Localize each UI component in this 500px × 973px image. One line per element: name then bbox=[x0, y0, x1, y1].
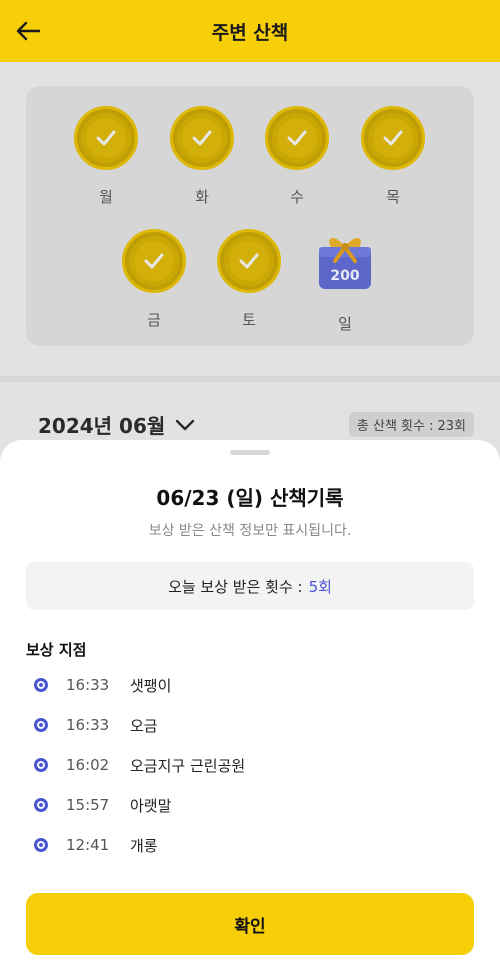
check-badge bbox=[217, 229, 281, 293]
today-reward-count: 오늘 보상 받은 횟수 : 5회 bbox=[26, 562, 474, 610]
today-count-value: 5회 bbox=[308, 577, 332, 596]
check-badge bbox=[170, 106, 234, 170]
arrow-left-icon bbox=[16, 21, 41, 41]
point-time: 16:02 bbox=[66, 756, 110, 774]
back-button[interactable] bbox=[12, 15, 44, 47]
month-label: 2024년 06월 bbox=[38, 414, 166, 438]
day-monday: 월 bbox=[69, 106, 143, 207]
list-item: 12:41 개롱 bbox=[34, 825, 474, 865]
check-badge bbox=[265, 106, 329, 170]
bullet-dot-icon bbox=[34, 758, 48, 772]
point-time: 15:57 bbox=[66, 796, 110, 814]
point-place: 샛팽이 bbox=[130, 676, 172, 695]
list-item: 15:57 아랫말 bbox=[34, 785, 474, 825]
point-place: 개롱 bbox=[130, 836, 158, 855]
walk-record-sheet: 06/23 (일) 산책기록 보상 받은 산책 정보만 표시됩니다. 오늘 보상… bbox=[0, 440, 500, 973]
app-header: 주변 산책 bbox=[0, 0, 500, 62]
day-label: 일 bbox=[338, 315, 352, 333]
bullet-dot-icon bbox=[34, 838, 48, 852]
total-walks-value: 23회 bbox=[437, 419, 466, 434]
day-label: 월 bbox=[99, 188, 113, 206]
check-icon bbox=[96, 130, 116, 146]
point-time: 16:33 bbox=[66, 676, 110, 694]
point-place: 오금지구 근린공원 bbox=[130, 756, 246, 775]
gift-box-icon: 200 bbox=[319, 237, 371, 289]
bullet-dot-icon bbox=[34, 678, 48, 692]
today-count-label: 오늘 보상 받은 횟수 : bbox=[168, 577, 303, 596]
total-walks-label: 총 산책 횟수 : bbox=[356, 419, 434, 434]
check-icon bbox=[192, 130, 212, 146]
day-thursday: 목 bbox=[356, 106, 430, 207]
check-icon bbox=[287, 130, 307, 146]
day-tuesday: 화 bbox=[165, 106, 239, 207]
reward-points-list: 16:33 샛팽이 16:33 오금 16:02 오금지구 근린공원 15:57… bbox=[34, 665, 474, 865]
day-label: 금 bbox=[147, 311, 161, 329]
total-walks-badge: 총 산책 횟수 : 23회 bbox=[348, 412, 474, 437]
list-item: 16:33 오금 bbox=[34, 705, 474, 745]
bullet-dot-icon bbox=[34, 798, 48, 812]
sheet-subtitle: 보상 받은 산책 정보만 표시됩니다. bbox=[148, 523, 352, 539]
day-label: 목 bbox=[386, 188, 400, 206]
day-friday: 금 bbox=[117, 229, 191, 330]
point-time: 16:33 bbox=[66, 716, 110, 734]
sheet-title: 06/23 (일) 산책기록 bbox=[156, 486, 344, 510]
day-label: 토 bbox=[242, 311, 256, 329]
check-icon bbox=[383, 130, 403, 146]
day-saturday: 토 bbox=[212, 229, 286, 330]
list-item: 16:33 샛팽이 bbox=[34, 665, 474, 705]
list-item: 16:02 오금지구 근린공원 bbox=[34, 745, 474, 785]
weekly-attendance-card: 월 화 수 목 금 토 200 일 bbox=[26, 86, 474, 346]
confirm-button[interactable]: 확인 bbox=[26, 893, 474, 955]
day-sunday: 200 일 bbox=[308, 229, 382, 334]
day-label: 수 bbox=[290, 188, 304, 206]
point-place: 오금 bbox=[130, 716, 158, 735]
page-title: 주변 산책 bbox=[211, 21, 289, 44]
reward-points-title: 보상 지점 bbox=[26, 641, 87, 659]
check-icon bbox=[144, 253, 164, 269]
drag-handle[interactable] bbox=[230, 450, 270, 455]
section-divider bbox=[0, 376, 500, 382]
check-badge bbox=[74, 106, 138, 170]
chevron-down-icon bbox=[176, 419, 195, 430]
check-badge bbox=[122, 229, 186, 293]
day-wednesday: 수 bbox=[260, 106, 334, 207]
gift-value: 200 bbox=[330, 268, 359, 284]
point-place: 아랫말 bbox=[130, 796, 172, 815]
day-label: 화 bbox=[195, 188, 209, 206]
check-badge bbox=[361, 106, 425, 170]
check-icon bbox=[239, 253, 259, 269]
bullet-dot-icon bbox=[34, 718, 48, 732]
month-selector[interactable]: 2024년 06월 bbox=[38, 410, 195, 439]
point-time: 12:41 bbox=[66, 836, 110, 854]
